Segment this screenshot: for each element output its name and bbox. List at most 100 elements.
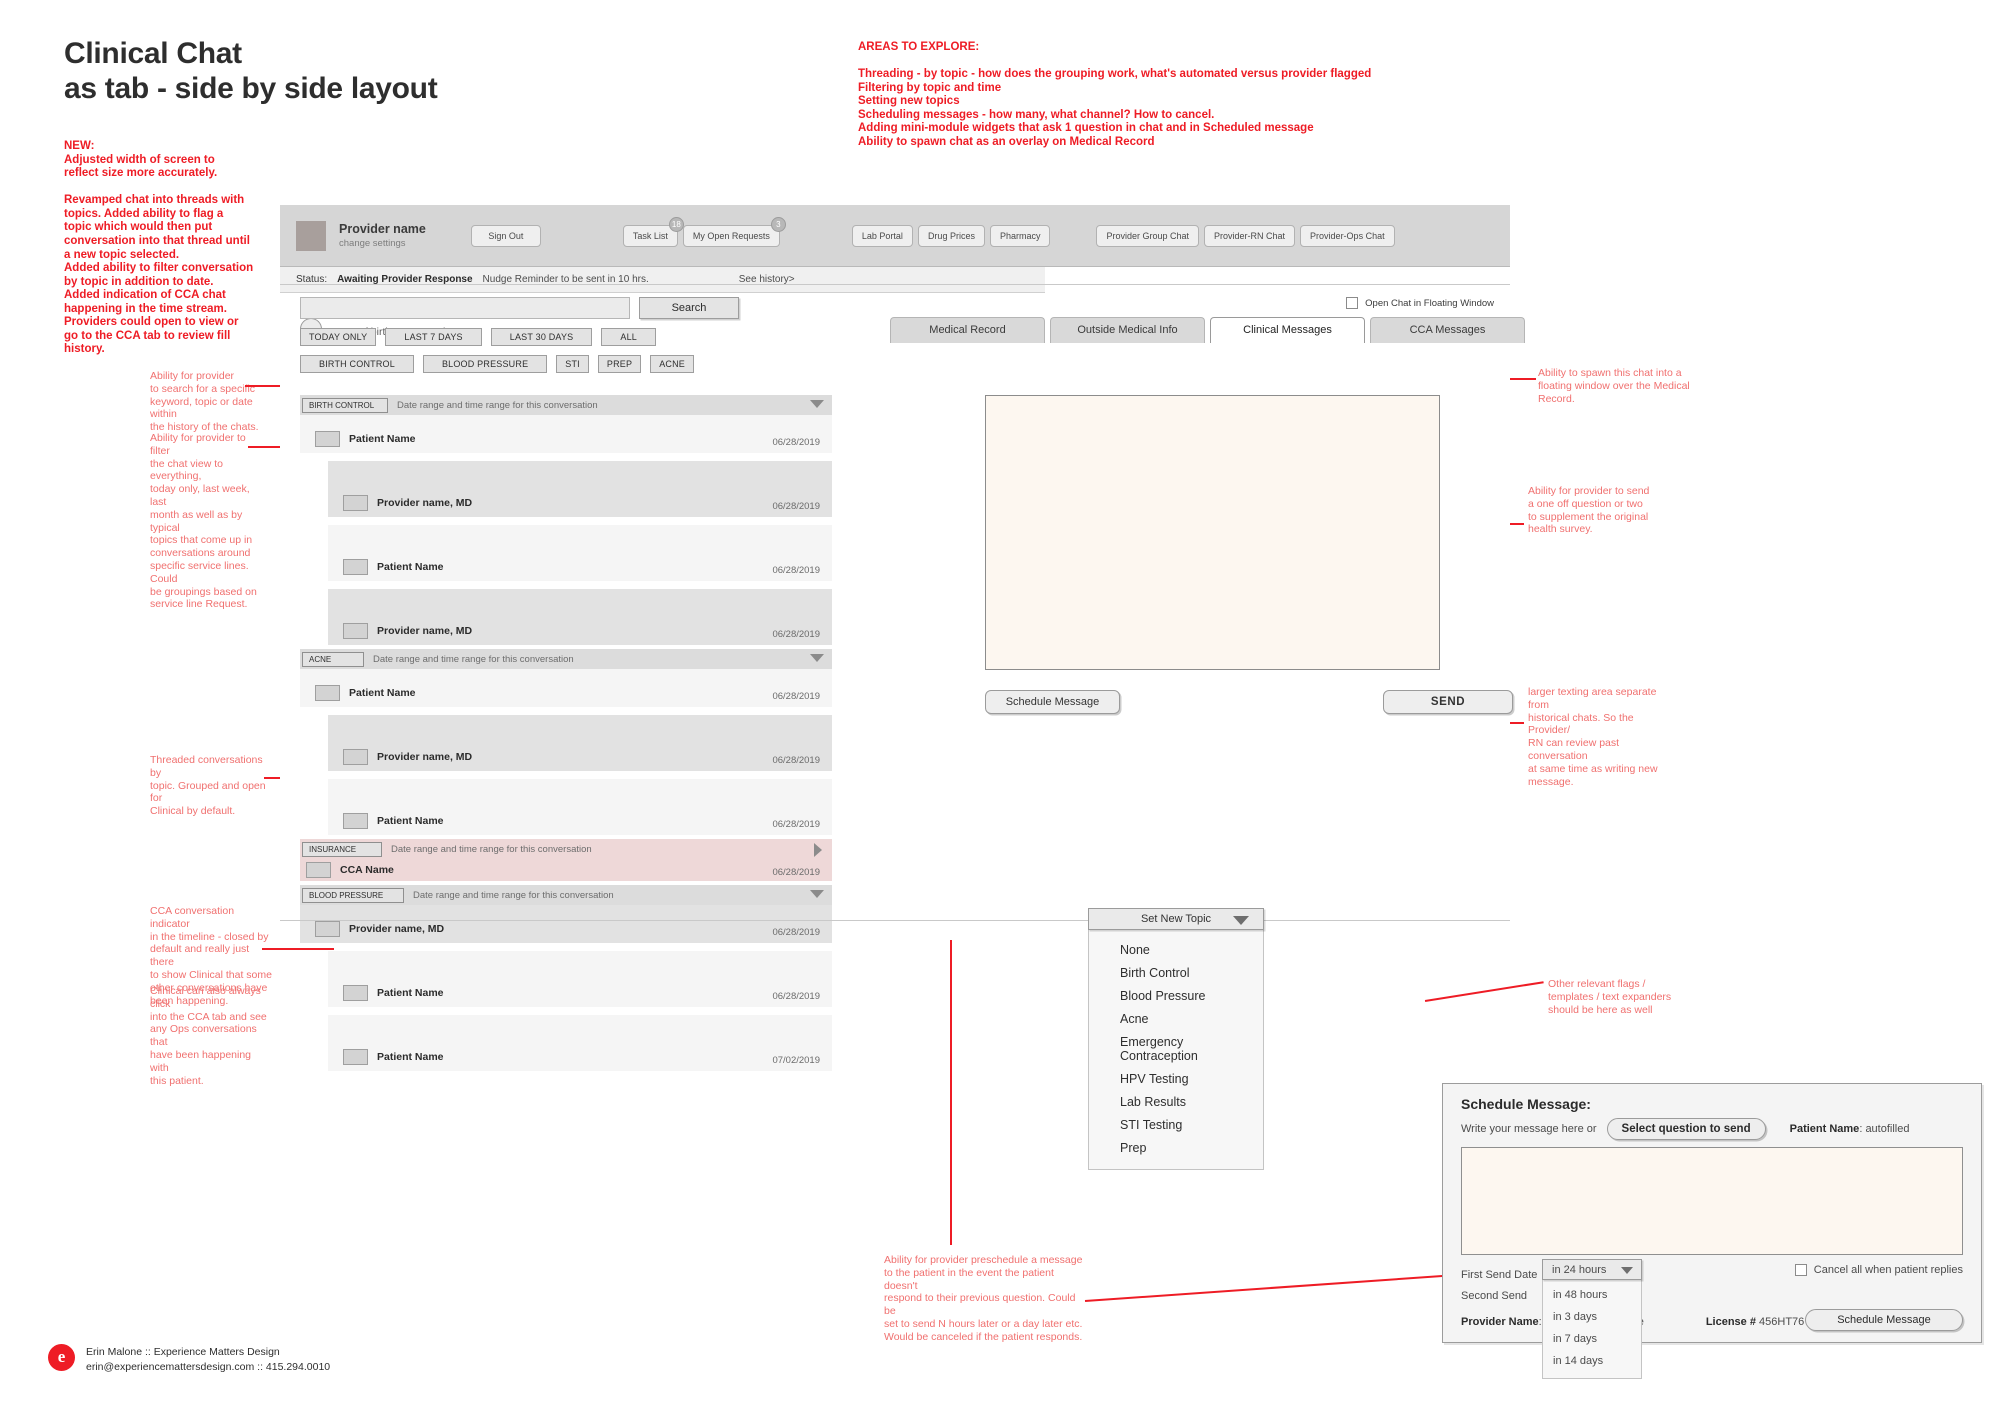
chevron-down-icon[interactable]	[810, 890, 824, 898]
provider-block: Provider name change settings	[339, 222, 426, 249]
provider-group-chat-button[interactable]: Provider Group Chat	[1096, 224, 1200, 247]
thread-header-insurance[interactable]: INSURANCE Date range and time range for …	[300, 839, 832, 859]
topic-option-none[interactable]: None	[1089, 938, 1263, 961]
tab-outside-medical-info[interactable]: Outside Medical Info	[1050, 317, 1205, 343]
send-option-48-hours[interactable]: in 48 hours	[1543, 1284, 1641, 1306]
message-sender: CCA Name	[340, 864, 394, 876]
table-row[interactable]: Provider name, MD 06/28/2019	[328, 589, 832, 645]
message-date: 06/28/2019	[772, 927, 820, 938]
first-send-date-trigger[interactable]: in 24 hours	[1542, 1259, 1642, 1280]
write-message-label: Write your message here or	[1461, 1123, 1597, 1135]
select-question-button[interactable]: Select question to send	[1606, 1118, 1766, 1140]
sign-out-button[interactable]: Sign Out	[470, 224, 541, 247]
table-row[interactable]: Patient Name 06/28/2019	[328, 779, 832, 835]
table-row[interactable]: Provider name, MD 06/28/2019	[300, 905, 832, 943]
thread-range-birth-control: Date range and time range for this conve…	[397, 399, 598, 411]
schedule-message-textarea[interactable]	[1461, 1147, 1963, 1255]
cancel-all-label: Cancel all when patient replies	[1813, 1264, 1963, 1276]
send-option-14-days[interactable]: in 14 days	[1543, 1350, 1641, 1372]
message-avatar	[315, 921, 340, 937]
send-option-3-days[interactable]: in 3 days	[1543, 1306, 1641, 1328]
tab-clinical-messages[interactable]: Clinical Messages	[1210, 317, 1365, 343]
task-list-badge: 18	[668, 216, 684, 232]
table-row[interactable]: Provider name, MD 06/28/2019	[328, 715, 832, 771]
filter-prep[interactable]: PREP	[597, 355, 642, 373]
schedule-message-submit-button[interactable]: Schedule Message	[1805, 1309, 1963, 1331]
send-button[interactable]: SEND	[1383, 690, 1513, 714]
floating-window-checkbox[interactable]	[1346, 297, 1359, 309]
change-settings-link[interactable]: change settings	[339, 238, 426, 249]
thread-header-blood-pressure[interactable]: BLOOD PRESSURE Date range and time range…	[300, 885, 832, 905]
filter-today-only[interactable]: TODAY ONLY	[300, 328, 377, 346]
tab-cca-messages[interactable]: CCA Messages	[1370, 317, 1525, 343]
provider-ops-chat-button[interactable]: Provider-Ops Chat	[1300, 224, 1395, 247]
set-new-topic-dropdown[interactable]: Set New Topic None Birth Control Blood P…	[1088, 908, 1264, 1170]
topic-option-acne[interactable]: Acne	[1089, 1007, 1263, 1030]
message-sender: Provider name, MD	[377, 751, 473, 763]
topic-option-lab-results[interactable]: Lab Results	[1089, 1090, 1263, 1113]
tab-bar: Medical Record Outside Medical Info Clin…	[890, 317, 1530, 343]
set-new-topic-trigger[interactable]: Set New Topic	[1088, 908, 1264, 930]
table-row[interactable]: Patient Name 06/28/2019	[328, 525, 832, 581]
lab-portal-button[interactable]: Lab Portal	[851, 224, 913, 247]
message-avatar	[315, 685, 340, 701]
table-row[interactable]: Patient Name 06/28/2019	[328, 951, 832, 1007]
search-row: Search	[280, 287, 980, 319]
filter-last-7-days[interactable]: LAST 7 DAYS	[385, 328, 482, 346]
message-sender: Patient Name	[349, 687, 416, 699]
filter-blood-pressure[interactable]: BLOOD PRESSURE	[422, 355, 548, 373]
message-textarea[interactable]	[985, 395, 1440, 670]
provider-rn-chat-button[interactable]: Provider-RN Chat	[1204, 224, 1296, 247]
search-input[interactable]	[300, 297, 630, 319]
table-row[interactable]: Patient Name 06/28/2019	[300, 669, 832, 707]
leader-line-preschedule-h	[1084, 1273, 1463, 1302]
filter-birth-control[interactable]: BIRTH CONTROL	[300, 355, 414, 373]
thread-header-birth-control[interactable]: BIRTH CONTROL Date range and time range …	[300, 395, 832, 415]
cancel-all-row[interactable]: Cancel all when patient replies	[1794, 1264, 1963, 1276]
filter-annotation: Ability for provider to filter the chat …	[150, 432, 257, 611]
chevron-right-icon[interactable]	[814, 843, 822, 857]
table-row[interactable]: CCA Name 06/28/2019	[300, 859, 832, 881]
filter-acne[interactable]: ACNE	[650, 355, 695, 373]
filter-all[interactable]: ALL	[601, 328, 656, 346]
license-label: License #	[1705, 1316, 1756, 1328]
open-chat-floating-window-row[interactable]: Open Chat in Floating Window	[1346, 297, 1494, 309]
spawn-annotation: Ability to spawn this chat into a floati…	[1538, 367, 1690, 405]
set-new-topic-label: Set New Topic	[1140, 913, 1212, 925]
message-avatar	[343, 559, 368, 575]
compose-area: Schedule Message SEND	[985, 395, 1513, 714]
first-send-date-dropdown[interactable]: in 24 hours in 48 hours in 3 days in 7 d…	[1542, 1259, 1642, 1379]
chevron-down-icon	[1621, 1267, 1633, 1274]
chat-column: Search TODAY ONLY LAST 7 DAYS LAST 30 DA…	[280, 287, 980, 1071]
open-requests-button[interactable]: My Open Requests 3	[682, 216, 786, 247]
cancel-all-checkbox[interactable]	[1794, 1264, 1807, 1276]
message-sender: Patient Name	[377, 1051, 444, 1063]
one-off-annotation: Ability for provider to send a one off q…	[1528, 485, 1650, 536]
table-row[interactable]: Patient Name 07/02/2019	[328, 1015, 832, 1071]
topic-option-list: None Birth Control Blood Pressure Acne E…	[1088, 930, 1264, 1170]
schedule-message-button[interactable]: Schedule Message	[985, 690, 1120, 714]
table-row[interactable]: Patient Name 06/28/2019	[300, 415, 832, 453]
filter-last-30-days[interactable]: LAST 30 DAYS	[490, 328, 593, 346]
topic-option-birth-control[interactable]: Birth Control	[1089, 961, 1263, 984]
topic-option-blood-pressure[interactable]: Blood Pressure	[1089, 984, 1263, 1007]
topic-option-emergency-contraception[interactable]: Emergency Contraception	[1089, 1030, 1263, 1067]
thread-header-acne[interactable]: ACNE Date range and time range for this …	[300, 649, 832, 669]
chevron-down-icon[interactable]	[810, 400, 824, 408]
send-option-list: in 48 hours in 3 days in 7 days in 14 da…	[1542, 1280, 1642, 1379]
pharmacy-button[interactable]: Pharmacy	[989, 224, 1051, 247]
table-row[interactable]: Provider name, MD 06/28/2019	[328, 461, 832, 517]
cca-tab-annotation: Clinical can also always click into the …	[150, 985, 267, 1087]
chevron-down-icon[interactable]	[810, 654, 824, 662]
task-list-button[interactable]: Task List 18	[622, 216, 684, 247]
drug-prices-button[interactable]: Drug Prices	[917, 224, 985, 247]
message-date: 06/28/2019	[772, 867, 820, 878]
filter-sti[interactable]: STI	[556, 355, 589, 373]
message-avatar	[343, 623, 368, 639]
message-avatar	[343, 1049, 368, 1065]
search-button[interactable]: Search	[639, 297, 739, 319]
topic-option-sti-testing[interactable]: STI Testing	[1089, 1113, 1263, 1136]
topic-option-hpv-testing[interactable]: HPV Testing	[1089, 1067, 1263, 1090]
send-option-7-days[interactable]: in 7 days	[1543, 1328, 1641, 1350]
topic-option-prep[interactable]: Prep	[1089, 1136, 1263, 1159]
